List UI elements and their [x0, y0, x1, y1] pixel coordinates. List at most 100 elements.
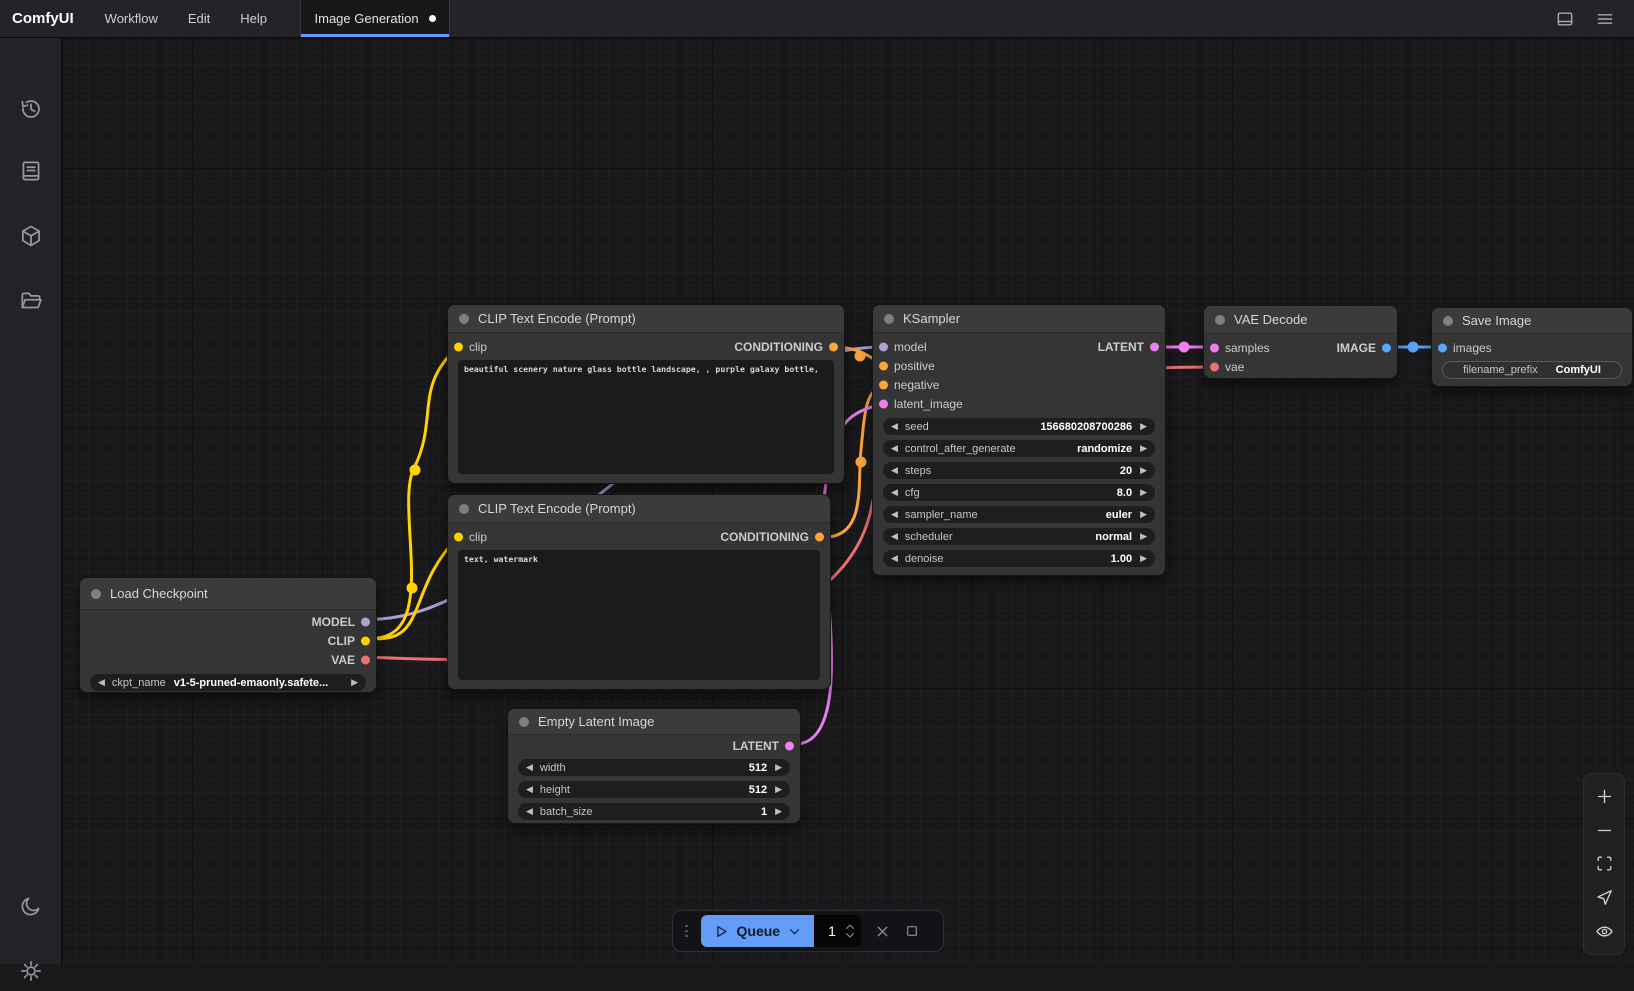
comfyui-logo[interactable]: ComfyUI [0, 0, 90, 37]
batch-count-input[interactable]: 1 [814, 915, 861, 947]
output-port-model[interactable] [361, 617, 370, 626]
decrement-arrow-icon[interactable]: ◀ [891, 510, 898, 519]
queue-button[interactable]: Queue [701, 915, 815, 947]
sidebar-item-settings[interactable] [11, 951, 51, 991]
stepper-down-icon[interactable] [844, 931, 856, 940]
select-mode-button[interactable] [1588, 883, 1620, 913]
increment-arrow-icon[interactable]: ▶ [1140, 466, 1147, 475]
increment-arrow-icon[interactable]: ▶ [775, 785, 782, 794]
prompt-textarea[interactable]: beautiful scenery nature glass bottle la… [458, 360, 834, 474]
increment-arrow-icon[interactable]: ▶ [1140, 422, 1147, 431]
widget-cfg[interactable]: ◀ cfg 8.0 ▶ [883, 484, 1155, 501]
node-canvas[interactable] [62, 38, 1634, 964]
node-header[interactable]: CLIP Text Encode (Prompt) [448, 305, 844, 333]
sidebar-item-workflows[interactable] [11, 281, 51, 321]
stop-button[interactable] [904, 923, 920, 939]
sidebar-item-history[interactable] [11, 89, 51, 129]
decrement-arrow-icon[interactable]: ◀ [891, 444, 898, 453]
node-header[interactable]: Save Image [1432, 308, 1632, 334]
menu-edit[interactable]: Edit [173, 0, 225, 37]
collapse-dot[interactable] [884, 314, 894, 324]
widget-scheduler[interactable]: ◀ scheduler normal ▶ [883, 528, 1155, 545]
node-empty-latent-image[interactable]: Empty Latent Image LATENT ◀ width 512 ▶ … [508, 709, 800, 823]
increment-arrow-icon[interactable]: ▶ [1140, 444, 1147, 453]
node-vae-decode[interactable]: VAE Decode samples IMAGE vae [1204, 306, 1397, 378]
node-clip-text-encode-negative[interactable]: CLIP Text Encode (Prompt) clip CONDITION… [448, 495, 830, 689]
decrement-arrow-icon[interactable]: ◀ [98, 678, 105, 687]
chevron-down-icon[interactable] [787, 924, 802, 939]
collapse-dot[interactable] [459, 504, 469, 514]
menu-workflow[interactable]: Workflow [90, 0, 173, 37]
toggle-link-visibility-button[interactable] [1588, 916, 1620, 946]
widget-filename-prefix[interactable]: filename_prefix ComfyUI [1442, 361, 1622, 379]
decrement-arrow-icon[interactable]: ◀ [891, 422, 898, 431]
output-port-latent[interactable] [785, 741, 794, 750]
widget-steps[interactable]: ◀ steps 20 ▶ [883, 462, 1155, 479]
bottom-panel-toggle-button[interactable] [1550, 4, 1580, 34]
widget-ckpt-name[interactable]: ◀ ckpt_name v1-5-pruned-emaonly.safete..… [90, 674, 366, 691]
output-port-vae[interactable] [361, 655, 370, 664]
widget-control-after-generate[interactable]: ◀ control_after_generate randomize ▶ [883, 440, 1155, 457]
input-port-model[interactable] [879, 342, 888, 351]
node-header[interactable]: VAE Decode [1204, 306, 1397, 334]
output-port-conditioning[interactable] [829, 342, 838, 351]
decrement-arrow-icon[interactable]: ◀ [891, 532, 898, 541]
widget-sampler-name[interactable]: ◀ sampler_name euler ▶ [883, 506, 1155, 523]
node-header[interactable]: Empty Latent Image [508, 709, 800, 735]
menu-help[interactable]: Help [225, 0, 282, 37]
node-header[interactable]: CLIP Text Encode (Prompt) [448, 495, 830, 523]
sidebar-item-theme-toggle[interactable] [11, 886, 51, 926]
collapse-dot[interactable] [519, 717, 529, 727]
widget-denoise[interactable]: ◀ denoise 1.00 ▶ [883, 550, 1155, 567]
increment-arrow-icon[interactable]: ▶ [775, 807, 782, 816]
collapse-dot[interactable] [459, 314, 469, 324]
decrement-arrow-icon[interactable]: ◀ [526, 785, 533, 794]
input-port-latent-image[interactable] [879, 399, 888, 408]
widget-seed[interactable]: ◀ seed 156680208700286 ▶ [883, 418, 1155, 435]
output-port-latent[interactable] [1150, 342, 1159, 351]
increment-arrow-icon[interactable]: ▶ [1140, 532, 1147, 541]
prompt-textarea[interactable]: text, watermark [458, 550, 820, 680]
increment-arrow-icon[interactable]: ▶ [1140, 488, 1147, 497]
widget-height[interactable]: ◀ height 512 ▶ [518, 781, 790, 798]
input-port-samples[interactable] [1210, 343, 1219, 352]
collapse-dot[interactable] [1443, 316, 1453, 326]
tab-image-generation[interactable]: Image Generation [300, 0, 450, 37]
input-port-images[interactable] [1438, 343, 1447, 352]
zoom-in-button[interactable] [1588, 782, 1620, 812]
collapse-dot[interactable] [1215, 315, 1225, 325]
increment-arrow-icon[interactable]: ▶ [775, 763, 782, 772]
sidebar-item-model-library[interactable] [11, 216, 51, 256]
decrement-arrow-icon[interactable]: ◀ [526, 763, 533, 772]
collapse-dot[interactable] [91, 589, 101, 599]
decrement-arrow-icon[interactable]: ◀ [891, 466, 898, 475]
zoom-out-button[interactable] [1588, 815, 1620, 845]
node-save-image[interactable]: Save Image images filename_prefix ComfyU… [1432, 308, 1632, 386]
node-ksampler[interactable]: KSampler model LATENT positive negative … [873, 305, 1165, 575]
stepper-up-icon[interactable] [844, 922, 856, 931]
input-port-clip[interactable] [454, 342, 463, 351]
input-port-negative[interactable] [879, 380, 888, 389]
fit-view-button[interactable] [1588, 849, 1620, 879]
node-clip-text-encode-positive[interactable]: CLIP Text Encode (Prompt) clip CONDITION… [448, 305, 844, 483]
node-header[interactable]: Load Checkpoint [80, 578, 376, 610]
clear-queue-button[interactable] [874, 923, 891, 940]
main-menu-button[interactable] [1590, 4, 1620, 34]
increment-arrow-icon[interactable]: ▶ [351, 678, 358, 687]
decrement-arrow-icon[interactable]: ◀ [891, 554, 898, 563]
input-port-vae[interactable] [1210, 362, 1219, 371]
widget-width[interactable]: ◀ width 512 ▶ [518, 759, 790, 776]
output-port-conditioning[interactable] [815, 532, 824, 541]
output-port-image[interactable] [1382, 343, 1391, 352]
node-load-checkpoint[interactable]: Load Checkpoint MODEL CLIP VAE ◀ ckpt_na… [80, 578, 376, 692]
input-port-clip[interactable] [454, 532, 463, 541]
increment-arrow-icon[interactable]: ▶ [1140, 554, 1147, 563]
node-header[interactable]: KSampler [873, 305, 1165, 333]
decrement-arrow-icon[interactable]: ◀ [526, 807, 533, 816]
decrement-arrow-icon[interactable]: ◀ [891, 488, 898, 497]
output-port-clip[interactable] [361, 636, 370, 645]
widget-batch-size[interactable]: ◀ batch_size 1 ▶ [518, 803, 790, 820]
increment-arrow-icon[interactable]: ▶ [1140, 510, 1147, 519]
drag-handle[interactable] [685, 925, 688, 938]
sidebar-item-node-library[interactable] [11, 151, 51, 191]
